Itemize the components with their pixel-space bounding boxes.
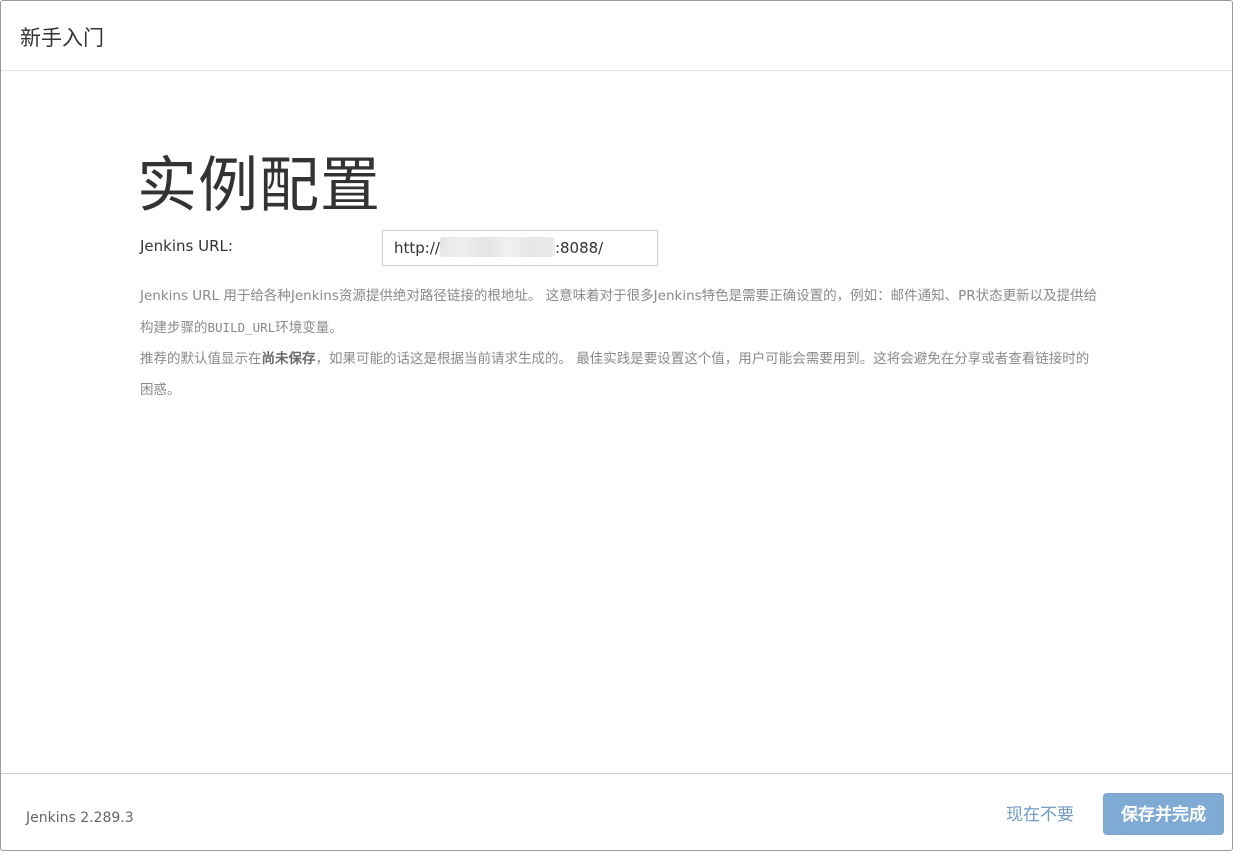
dialog-footer: Jenkins 2.289.3 现在不要 保存并完成 (1, 773, 1232, 850)
help-paragraph-1: Jenkins URL 用于给各种Jenkins资源提供绝对路径链接的根地址。 … (140, 281, 1100, 344)
build-url-code: BUILD_URL (207, 320, 276, 335)
setup-wizard-dialog: 新手入门 实例配置 Jenkins URL: http:// :8088/ Jen… (0, 0, 1233, 851)
help-text-2-bold: 尚未保存 (261, 351, 316, 367)
save-and-finish-button[interactable]: 保存并完成 (1103, 793, 1224, 835)
dialog-title: 新手入门 (20, 26, 104, 50)
help-text-2-head: 推荐的默认值显示在 (140, 351, 262, 367)
url-help-text: Jenkins URL 用于给各种Jenkins资源提供绝对路径链接的根地址。 … (140, 281, 1100, 406)
help-paragraph-2: 推荐的默认值显示在尚未保存，如果可能的话这是根据当前请求生成的。 最佳实践是要设… (140, 344, 1100, 406)
dialog-header: 新手入门 (1, 1, 1232, 71)
jenkins-version: Jenkins 2.289.3 (26, 810, 134, 826)
jenkins-url-label: Jenkins URL: (140, 237, 233, 255)
url-value-suffix: :8088/ (554, 239, 604, 257)
help-text-1-tail: 环境变量。 (275, 320, 343, 336)
dialog-body: 实例配置 Jenkins URL: http:// :8088/ Jenkins … (1, 72, 1232, 774)
skip-button[interactable]: 现在不要 (1006, 803, 1074, 827)
url-host-redacted (439, 237, 555, 257)
page-title: 实例配置 (137, 151, 381, 221)
jenkins-url-input[interactable]: http:// :8088/ (382, 230, 658, 266)
url-value-prefix: http:// (394, 239, 440, 257)
